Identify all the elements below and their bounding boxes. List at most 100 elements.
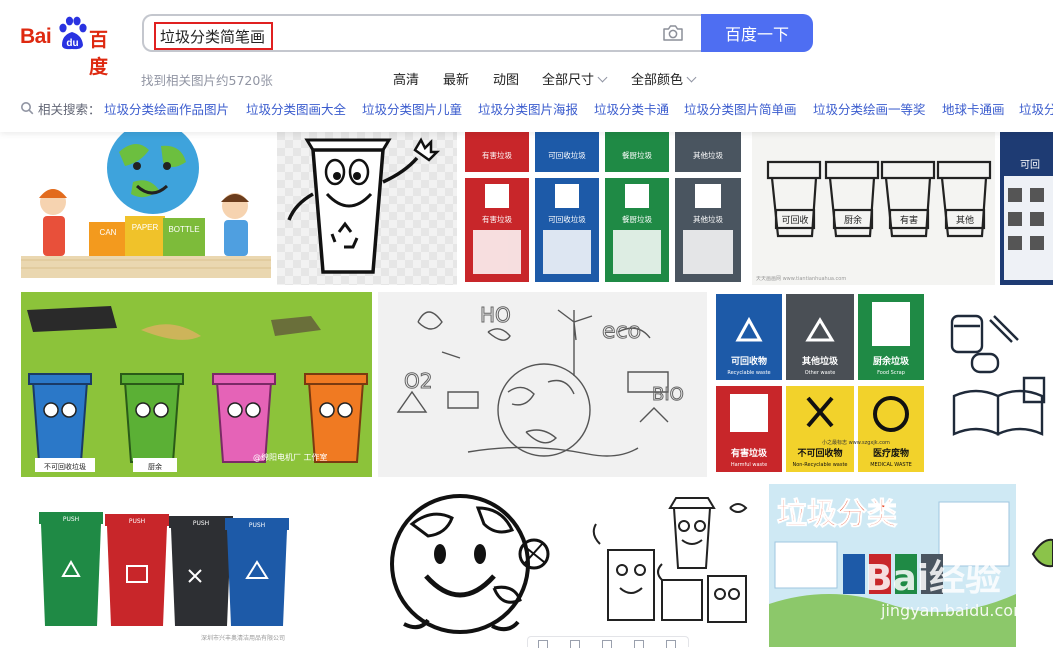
bin-label: CAN (100, 228, 117, 237)
sketch-label: 有害 (900, 214, 918, 226)
filter-animated[interactable]: 动图 (493, 69, 519, 88)
watermark: 天天画画网 www.tiantianhuahua.com (756, 276, 846, 282)
image-result-bin-sketch[interactable]: 可回收 厨余 有害 其他 天天画画网 www.tiantianhuahua.co… (752, 132, 995, 285)
bin-sign-label: 可回收垃圾 (548, 150, 586, 160)
sign-label-en: Food Scrap (877, 370, 905, 376)
sign-label-en: Harmful waste (731, 462, 767, 468)
search-icon (21, 102, 34, 115)
eco-word: BIO (652, 384, 684, 405)
filter-label: 最新 (443, 73, 470, 88)
item-icons-illustration (950, 314, 1046, 436)
bin-sketch-illustration: 可回收 厨余 有害 其他 天天画画网 www.tiantianhuahua.co… (756, 160, 992, 282)
image-result-four-bins[interactable]: PUSH PUSH PUSH PUSH 深圳市兴丰奥清洁用品有限公司 (21, 484, 311, 647)
bin-label: 厨余 (148, 462, 162, 471)
sketch-label: 可回收 (781, 214, 808, 226)
earth-smile-illustration (390, 494, 550, 634)
watermark: Bai经验 (865, 558, 1001, 599)
image-result-earth-smile[interactable] (382, 484, 562, 647)
logo-latin: Bai (20, 25, 52, 48)
sketch-label: 其他 (956, 214, 974, 226)
bin-sign-label: 餐厨垃圾 (622, 214, 652, 224)
bin-cartoon-illustration (277, 132, 457, 285)
watermark: 小之最标志 www.szgxjk.com (822, 439, 890, 446)
search-input[interactable]: 垃圾分类简笔画 (142, 14, 704, 52)
eco-word: O2 (404, 369, 432, 393)
sign-label: 其他垃圾 (802, 355, 839, 367)
related-link[interactable]: 垃圾分类绘画作品图片 (104, 99, 229, 118)
baidu-logo[interactable]: Bai du 百度 (20, 16, 125, 78)
sign-label-en: Recyclable waste (727, 370, 770, 376)
bin-sign-label: 餐厨垃圾 (622, 150, 652, 160)
eco-word: eco (602, 319, 641, 344)
watermark-url: jingyan.baidu.com (880, 601, 1016, 620)
image-result-kids-recycling[interactable]: CAN PAPER BOTTLE (21, 132, 271, 285)
filter-size-dropdown[interactable]: 全部尺寸 (542, 69, 608, 88)
filter-label: 动图 (493, 73, 520, 88)
push-label: PUSH (193, 520, 209, 527)
classification-poster-illustration: 垃圾分类 Bai经验 jingyan.baidu.com (769, 484, 1016, 647)
related-link[interactable]: 垃圾分类绘画一等奖 (813, 99, 926, 118)
sign-label: 厨余垃圾 (873, 355, 910, 367)
image-result-sign-grid[interactable]: 可回收物 Recyclable waste 其他垃圾 Other waste 厨… (714, 292, 926, 477)
poster-text: 可回 (1020, 159, 1040, 171)
bin-label: 不可回收垃圾 (44, 462, 86, 471)
image-result-item-icons[interactable] (932, 292, 1053, 477)
push-label: PUSH (249, 522, 265, 529)
filter-hd[interactable]: 高清 (393, 69, 419, 88)
bin-sign-label: 可回收垃圾 (548, 214, 586, 224)
bin-label: PAPER (132, 223, 159, 232)
related-label: 相关搜索： (38, 102, 101, 117)
related-link[interactable]: 地球卡通画 (942, 99, 1005, 118)
search-button[interactable]: 百度一下 (701, 14, 813, 52)
paw-text: du (66, 38, 78, 49)
image-result-bins-grid[interactable]: 有害垃圾 可回收垃圾 餐厨垃圾 其他垃圾 有害垃圾 可回收垃圾 餐厨垃圾 其他垃… (463, 132, 746, 285)
image-result-green-bins[interactable]: 不可回收垃圾 厨余 @绵阳电机厂 工作室 (21, 292, 372, 477)
related-searches: 相关搜索： 垃圾分类绘画作品图片 垃圾分类图画大全 垃圾分类图片儿童 垃圾分类图… (20, 98, 1053, 118)
eco-word: HO (480, 303, 511, 327)
image-result-bin-characters[interactable] (580, 484, 760, 647)
poster-partial-illustration: 可回 (1000, 132, 1053, 285)
paw-icon: du (59, 16, 87, 50)
sign-grid-illustration: 可回收物 Recyclable waste 其他垃圾 Other waste 厨… (716, 294, 924, 472)
logo-chinese: 百度 (89, 29, 109, 78)
related-link[interactable]: 垃圾分类图画大全 (246, 99, 346, 118)
related-link[interactable]: 垃圾分类图片儿童 (362, 99, 462, 118)
image-result-classification-poster[interactable]: 垃圾分类 Bai经验 jingyan.baidu.com (769, 484, 1016, 647)
filter-color-dropdown[interactable]: 全部颜色 (631, 69, 697, 88)
kids-recycling-illustration: CAN PAPER BOTTLE (21, 132, 271, 278)
push-label: PUSH (63, 516, 79, 523)
image-result-eco-sketch[interactable]: HO eco O2 BIO (378, 292, 707, 477)
filter-label: 全部尺寸 (542, 73, 595, 88)
related-link[interactable]: 垃圾分类图片简单画 (684, 99, 797, 118)
bin-sign-label: 其他垃圾 (693, 214, 723, 224)
search-query-text[interactable]: 垃圾分类简笔画 (154, 22, 274, 50)
bin-sign-label: 有害垃圾 (482, 214, 512, 224)
image-result-bin-cartoon[interactable] (277, 132, 457, 285)
filter-label: 高清 (393, 73, 420, 88)
bin-sign-label: 其他垃圾 (693, 150, 723, 160)
bin-sign-label: 有害垃圾 (482, 150, 512, 160)
result-count: 找到相关图片约5720张 (141, 73, 273, 88)
bin-label: BOTTLE (168, 225, 199, 234)
chevron-down-icon (686, 72, 697, 83)
sign-label: 有害垃圾 (731, 447, 768, 459)
related-link[interactable]: 垃圾分类卡通 (594, 99, 669, 118)
image-result-poster-partial[interactable]: 可回 (1000, 132, 1053, 285)
green-bins-illustration: 不可回收垃圾 厨余 @绵阳电机厂 工作室 (21, 292, 372, 477)
sketch-label: 厨余 (844, 214, 862, 226)
push-label: PUSH (129, 518, 145, 525)
bins-grid-illustration: 有害垃圾 可回收垃圾 餐厨垃圾 其他垃圾 有害垃圾 可回收垃圾 餐厨垃圾 其他垃… (465, 132, 741, 282)
sign-label-en: Other waste (805, 370, 836, 376)
filter-latest[interactable]: 最新 (443, 69, 469, 88)
related-link[interactable]: 垃圾分 (1019, 99, 1053, 118)
camera-icon[interactable] (662, 24, 684, 42)
sign-label: 可回收物 (731, 355, 767, 367)
image-result-partial[interactable] (1021, 484, 1053, 647)
caption: 深圳市兴丰奥清洁用品有限公司 (201, 634, 285, 642)
image-toolbar (527, 636, 689, 648)
chevron-down-icon (597, 72, 608, 83)
filter-label: 全部颜色 (631, 73, 684, 88)
poster-title: 垃圾分类 (777, 497, 897, 532)
related-link[interactable]: 垃圾分类图片海报 (478, 99, 578, 118)
eco-sketch-illustration: HO eco O2 BIO (396, 303, 684, 457)
